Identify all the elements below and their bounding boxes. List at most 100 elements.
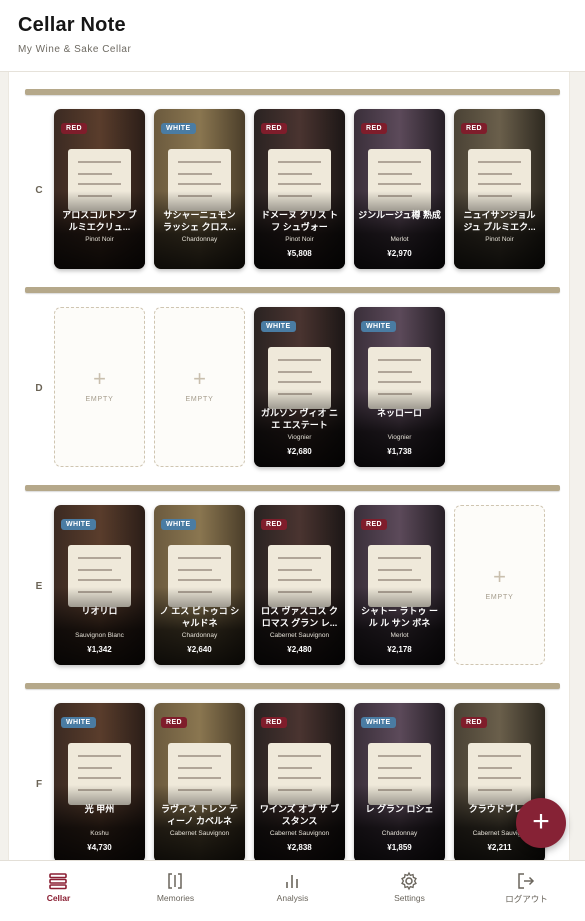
wine-type-badge: WHITE [361,321,396,332]
wine-card[interactable]: RED シャトー ラトゥ ール ル サン ボネ Merlot ¥2,178 [354,505,445,665]
nav-label: Memories [156,893,195,903]
wine-variety: Chardonnay [381,830,418,837]
wine-name: 光 甲州 [84,804,115,814]
wine-card[interactable]: WHITE ノ エス ピトゥコ シャルドネ Chardonnay ¥2,640 [154,505,245,665]
wine-name: ワインズ オブ サ ブスタンス [259,804,340,826]
wine-name: シャトー ラトゥ ール ル サン ボネ [360,606,438,628]
wine-price: ¥2,970 [387,249,412,258]
row-label: F [35,779,43,790]
app-header: Cellar Note My Wine & Sake Cellar [0,0,585,72]
wine-price: ¥1,859 [387,843,412,852]
wine-type-badge: WHITE [61,519,96,530]
empty-slot[interactable]: + EMPTY [154,307,245,467]
wine-variety: Cabernet Sauvignon [269,632,330,639]
wine-variety: Pinot Noir [85,236,114,243]
wine-variety: Cabernet Sauvignon [169,830,230,837]
plus-icon: + [93,366,106,391]
nav-item-memories[interactable]: Memories [117,861,234,921]
wine-type-badge: RED [161,717,187,728]
wine-card[interactable]: WHITE ネッローロ Viognier ¥1,738 [354,307,445,467]
wine-type-badge: RED [261,519,287,530]
nav-label: Cellar [46,893,71,903]
wine-variety: Cabernet Sauvignon [269,830,330,837]
wine-name: ジンルージュ樽 熟成 [358,210,441,220]
empty-slot[interactable]: + EMPTY [454,505,545,665]
wine-type-badge: RED [461,717,487,728]
wine-variety: Chardonnay [181,236,218,243]
empty-label: EMPTY [85,396,114,403]
wine-card[interactable]: RED アロスコルトン ブルミエクリュ... Pinot Noir [54,109,145,269]
row-label: E [35,581,43,592]
bottom-nav: Cellar Memories Analysis Settings ログアウト [0,860,585,921]
wine-variety: Sauvignon Blanc [75,632,124,639]
wine-name: ニュイサンジョル ジュ ブルミエク... [463,210,536,232]
empty-label: EMPTY [485,594,514,601]
wine-type-badge: RED [261,717,287,728]
wine-price: ¥2,680 [287,447,312,456]
wine-card[interactable]: WHITE 光 甲州 Koshu ¥4,730 [54,703,145,860]
wine-variety: Merlot [390,236,409,243]
wine-price: ¥4,730 [87,843,112,852]
empty-label: EMPTY [185,396,214,403]
shelf-row-c: C RED アロスコルトン ブルミエクリュ... Pinot Noir WHITE サシャ… [9,72,569,270]
shelf-row-d: D + EMPTY + EMPTY WHITE ガルソン ヴィオ ニエ エステート Viogn… [9,270,569,468]
wine-type-badge: WHITE [361,717,396,728]
wine-card[interactable]: WHITE レ グラン ロシェ Chardonnay ¥1,859 [354,703,445,860]
wine-type-badge: RED [361,123,387,134]
wine-type-badge: RED [461,123,487,134]
wine-card[interactable]: RED ドメーヌ クリス トフ シュヴォー Pinot Noir ¥5,808 [254,109,345,269]
app-subtitle: My Wine & Sake Cellar [18,44,132,55]
wine-price: ¥1,738 [387,447,412,456]
wine-price: ¥2,838 [287,843,312,852]
wine-card[interactable]: WHITE リオリロ Sauvignon Blanc ¥1,342 [54,505,145,665]
wine-name: ロス ヴァスコス ク ロマス グラン レ... [260,606,338,628]
wine-card[interactable]: WHITE ガルソン ヴィオ ニエ エステート Viognier ¥2,680 [254,307,345,467]
wine-card[interactable]: WHITE サシャーニュモン ラッシェ クロス... Chardonnay [154,109,245,269]
wine-variety: Viognier [287,434,312,441]
shelf-board [25,287,560,293]
wine-name: ガルソン ヴィオ ニエ エステート [260,408,338,430]
wine-variety: Koshu [90,830,109,837]
row-label: D [35,383,43,394]
wine-price: ¥5,808 [287,249,312,258]
cellar-shelves[interactable]: C RED アロスコルトン ブルミエクリュ... Pinot Noir WHITE サシャ… [8,72,570,860]
app-title: Cellar Note [18,14,126,36]
nav-item-logout[interactable]: ログアウト [468,861,585,921]
wine-card[interactable]: RED ワインズ オブ サ ブスタンス Cabernet Sauvignon ¥2,8… [254,703,345,860]
wine-variety: Chardonnay [181,632,218,639]
wine-price: ¥2,178 [387,645,412,654]
wine-card[interactable]: RED ニュイサンジョル ジュ ブルミエク... Pinot Noir [454,109,545,269]
wine-type-badge: WHITE [61,717,96,728]
wine-variety: Pinot Noir [285,236,314,243]
shelf-row-f: F WHITE 光 甲州 Koshu ¥4,730 RED ラヴィス トレン ティーノ カベ… [9,666,569,860]
empty-slot[interactable]: + EMPTY [54,307,145,467]
wine-type-badge: RED [261,123,287,134]
wine-type-badge: WHITE [161,123,196,134]
nav-item-settings[interactable]: Settings [351,861,468,921]
wine-name: アロスコルトン ブルミエクリュ... [62,210,137,232]
wine-type-badge: RED [61,123,87,134]
wine-variety: Merlot [390,632,409,639]
nav-label: Settings [394,893,425,903]
nav-label: Analysis [276,893,309,903]
plus-icon: + [493,564,506,589]
nav-item-analysis[interactable]: Analysis [234,861,351,921]
nav-item-cellar[interactable]: Cellar [0,861,117,921]
wine-price: ¥1,342 [87,645,112,654]
wine-type-badge: WHITE [161,519,196,530]
wine-type-badge: RED [361,519,387,530]
shelf-row-e: E WHITE リオリロ Sauvignon Blanc ¥1,342 WHITE ノ エス… [9,468,569,666]
memories-icon [165,871,185,891]
wine-price: ¥2,480 [287,645,312,654]
wine-card[interactable]: RED ロス ヴァスコス ク ロマス グラン レ... Cabernet Sauvi… [254,505,345,665]
wine-card[interactable]: RED ジンルージュ樽 熟成 Merlot ¥2,970 [354,109,445,269]
wine-name: ラヴィス トレン ティーノ カベルネ [160,804,238,826]
add-wine-button[interactable]: + [516,798,566,848]
settings-icon [399,871,419,891]
wine-name: ノ エス ピトゥコ シャルドネ [159,606,240,628]
plus-icon: + [193,366,206,391]
row-label: C [35,185,43,196]
wine-card[interactable]: RED ラヴィス トレン ティーノ カベルネ Cabernet Sauvignon [154,703,245,860]
wine-name: ドメーヌ クリス トフ シュヴォー [260,210,338,232]
shelf-board [25,683,560,689]
